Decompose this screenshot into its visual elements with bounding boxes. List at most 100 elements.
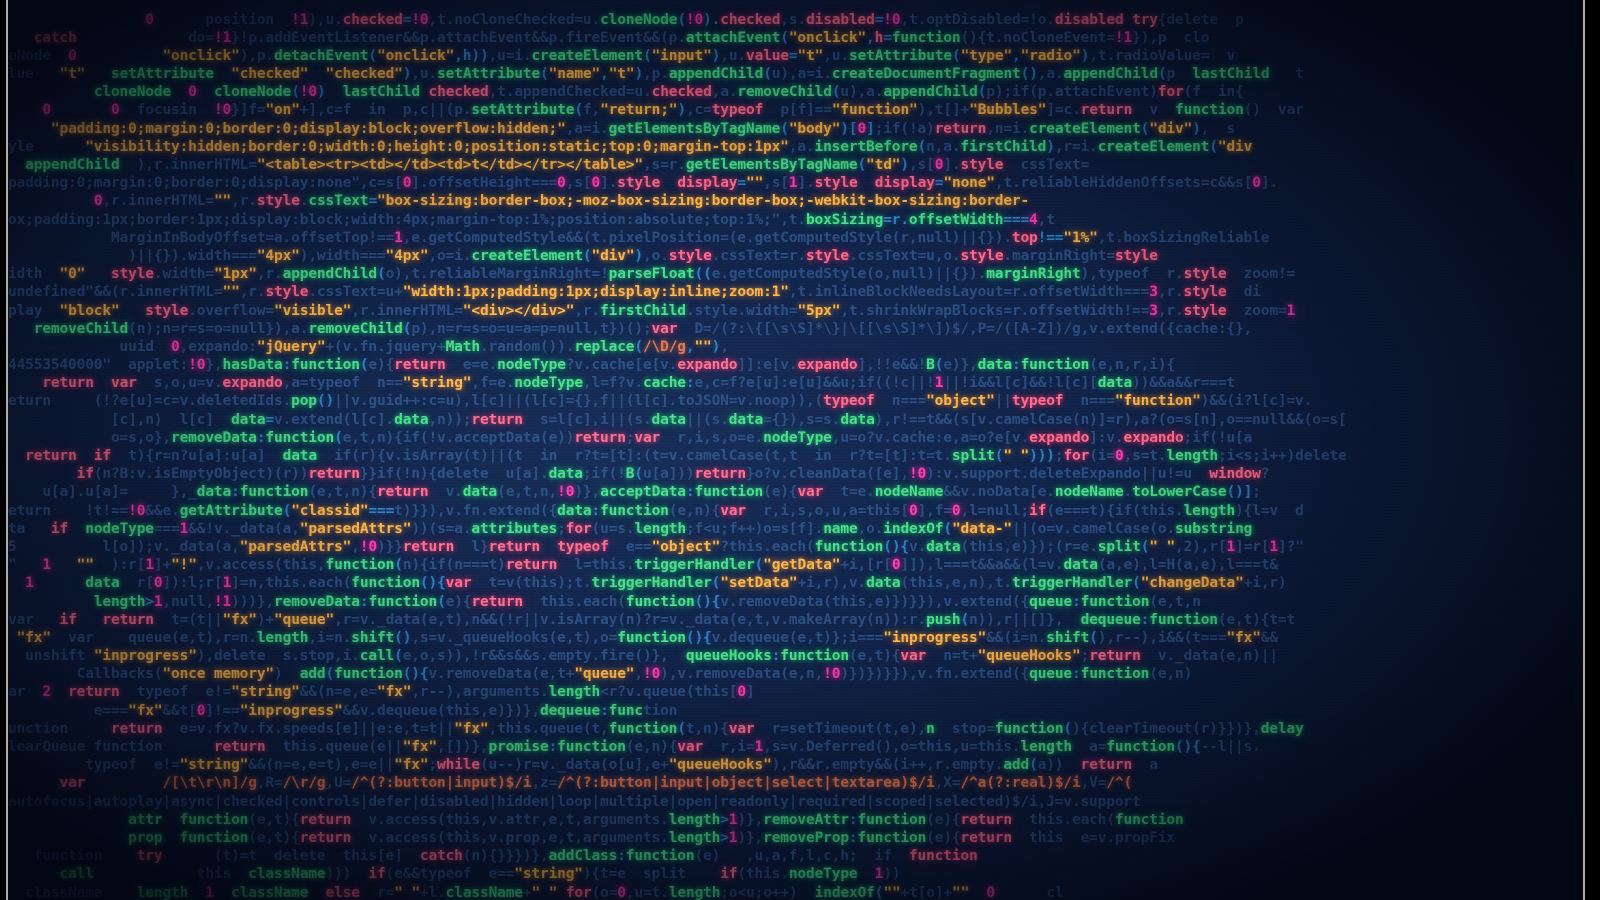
code-token: 0 — [1114, 448, 1124, 464]
code-token: indexOf — [883, 520, 944, 537]
code-token: ? — [1260, 466, 1270, 483]
code-token: "once memory" — [162, 666, 274, 683]
code-token: "checked" — [325, 66, 403, 83]
code-token: , — [866, 29, 875, 46]
code-token: ;f<u;f++)o=s[f]. — [685, 520, 824, 537]
code-token: stop= — [934, 720, 995, 737]
code-token: while — [437, 757, 480, 774]
code-token: function — [857, 811, 927, 828]
code-token: setAttribute — [471, 102, 575, 119]
code-token: ;if(! — [582, 466, 626, 483]
code-token: 1 — [874, 866, 884, 883]
code-token: var — [8, 611, 60, 628]
code-token: style — [145, 302, 189, 319]
code-token: className — [445, 884, 523, 900]
code-token: ) — [1192, 120, 1201, 137]
code-token: e,c=f?e[u]:e[u]&&u;if((!c||! — [694, 375, 935, 392]
code-token: (e){ — [763, 484, 798, 501]
code-token: appendChild — [668, 66, 764, 83]
code-token: disabled — [806, 11, 875, 28]
code-token: eturn (!?e[u]=c=v.deletedIds. — [8, 393, 292, 410]
code-token: value — [746, 47, 789, 64]
code-surface[interactable]: 0 position !1),u.checked=!0,t.noCloneChe… — [8, 0, 1583, 900]
code-token: }o?v.cleanData([e], — [745, 466, 909, 483]
code-token: cssText= — [1003, 157, 1090, 173]
code-token: , — [720, 338, 729, 355]
code-token: 0 — [68, 47, 77, 64]
code-token: : — [1072, 666, 1081, 683]
code-token: (e,t,n, — [497, 484, 558, 501]
code-token: delay — [1260, 720, 1304, 737]
code-token: ,s=t. — [1123, 448, 1167, 464]
code-token: offsetWidth — [908, 211, 1004, 228]
code-token: " " — [1003, 448, 1030, 464]
code-token: ( — [754, 557, 764, 574]
code-token: "parsedAttrs" — [239, 538, 352, 555]
code-token: }!p.addEventListener&&p.attachEvent&&p.f… — [231, 29, 686, 46]
code-token: ,u. — [823, 47, 849, 64]
code-token: ),r&&r.empty&&(i++,r.empty. — [771, 757, 1004, 774]
code-token: = — [788, 47, 798, 64]
code-token: ),r.innerHTML= — [119, 157, 257, 173]
code-token: nodeName — [1054, 484, 1124, 501]
code-token: "fx" — [16, 629, 51, 646]
code-token: "string" — [514, 866, 583, 883]
code-token: 5 l[o]);v._data(a, — [8, 538, 240, 555]
code-token: typeof — [557, 538, 609, 555]
code-token: (n);n=r=s=o=null}),a. — [128, 320, 309, 337]
code-token: ( — [325, 666, 335, 683]
code-token: (){ — [402, 666, 429, 683]
code-token: triggerHandler — [1012, 575, 1133, 592]
code-token: length — [548, 684, 601, 701]
code-token: l=this. — [557, 557, 635, 574]
code-token: .cssText=r. — [711, 247, 807, 264]
code-token: style — [668, 247, 712, 264]
code-token: ,t.inlineBlockNeedsLayout=r.offsetWidth=… — [788, 284, 1150, 301]
code-token: ( — [780, 120, 789, 137]
code-token: n=t+ — [926, 648, 978, 665]
code-token: firstChild — [600, 302, 686, 319]
code-token: acceptData — [600, 484, 686, 501]
code-token: 0 — [857, 120, 867, 137]
code-token: data — [1063, 557, 1098, 574]
code-token: if — [368, 866, 386, 883]
code-token: : — [600, 702, 609, 719]
code-token: (){ — [694, 593, 721, 610]
code-token: a= — [1072, 739, 1107, 755]
code-token: (e){ — [926, 811, 961, 828]
code-token: "1%" — [1063, 229, 1098, 246]
code-token: === — [368, 502, 395, 519]
code-token: ( — [377, 266, 386, 283]
code-token: 0 — [557, 175, 566, 192]
code-token: ||! — [943, 375, 970, 392]
code-token: appendChild — [25, 157, 120, 173]
code-token: ; — [1252, 484, 1261, 501]
code-token: ,t — [1037, 211, 1055, 228]
code-token: &&v.noData[e. — [943, 484, 1055, 501]
code-token: call — [59, 866, 94, 883]
code-token: u),a=i. — [771, 66, 832, 83]
code-token: "block" — [59, 302, 120, 319]
code-token: ,s[ — [565, 175, 592, 192]
code-token: add — [1003, 757, 1030, 774]
code-token: nodeType — [514, 375, 583, 392]
code-token: ( — [582, 247, 592, 264]
code-line: undefined"&&(r.innerHTML="",r.style.cssT… — [8, 283, 1583, 301]
code-token: &&v.dequeue(this,e)})}, — [342, 702, 541, 719]
code-token: createElement — [471, 247, 583, 264]
code-token: r,i,s,o,u,a=this[ — [745, 502, 909, 519]
code-token: +t[o]+ — [900, 884, 953, 900]
code-token: "type" — [960, 47, 1013, 64]
code-token: "div — [1217, 138, 1253, 155]
code-token: "" — [213, 193, 232, 210]
code-token: 3 — [1149, 302, 1158, 319]
code-token: ?v.cache[e[v. — [565, 357, 678, 374]
code-token: ):v.support.deleteExpando||u!=u — [926, 466, 1210, 483]
code-token: v._data(e,n)|| — [1140, 648, 1278, 665]
code-token: return — [960, 829, 1012, 846]
code-block[interactable]: 0 position !1),u.checked=!0,t.noCloneChe… — [8, 11, 1583, 900]
